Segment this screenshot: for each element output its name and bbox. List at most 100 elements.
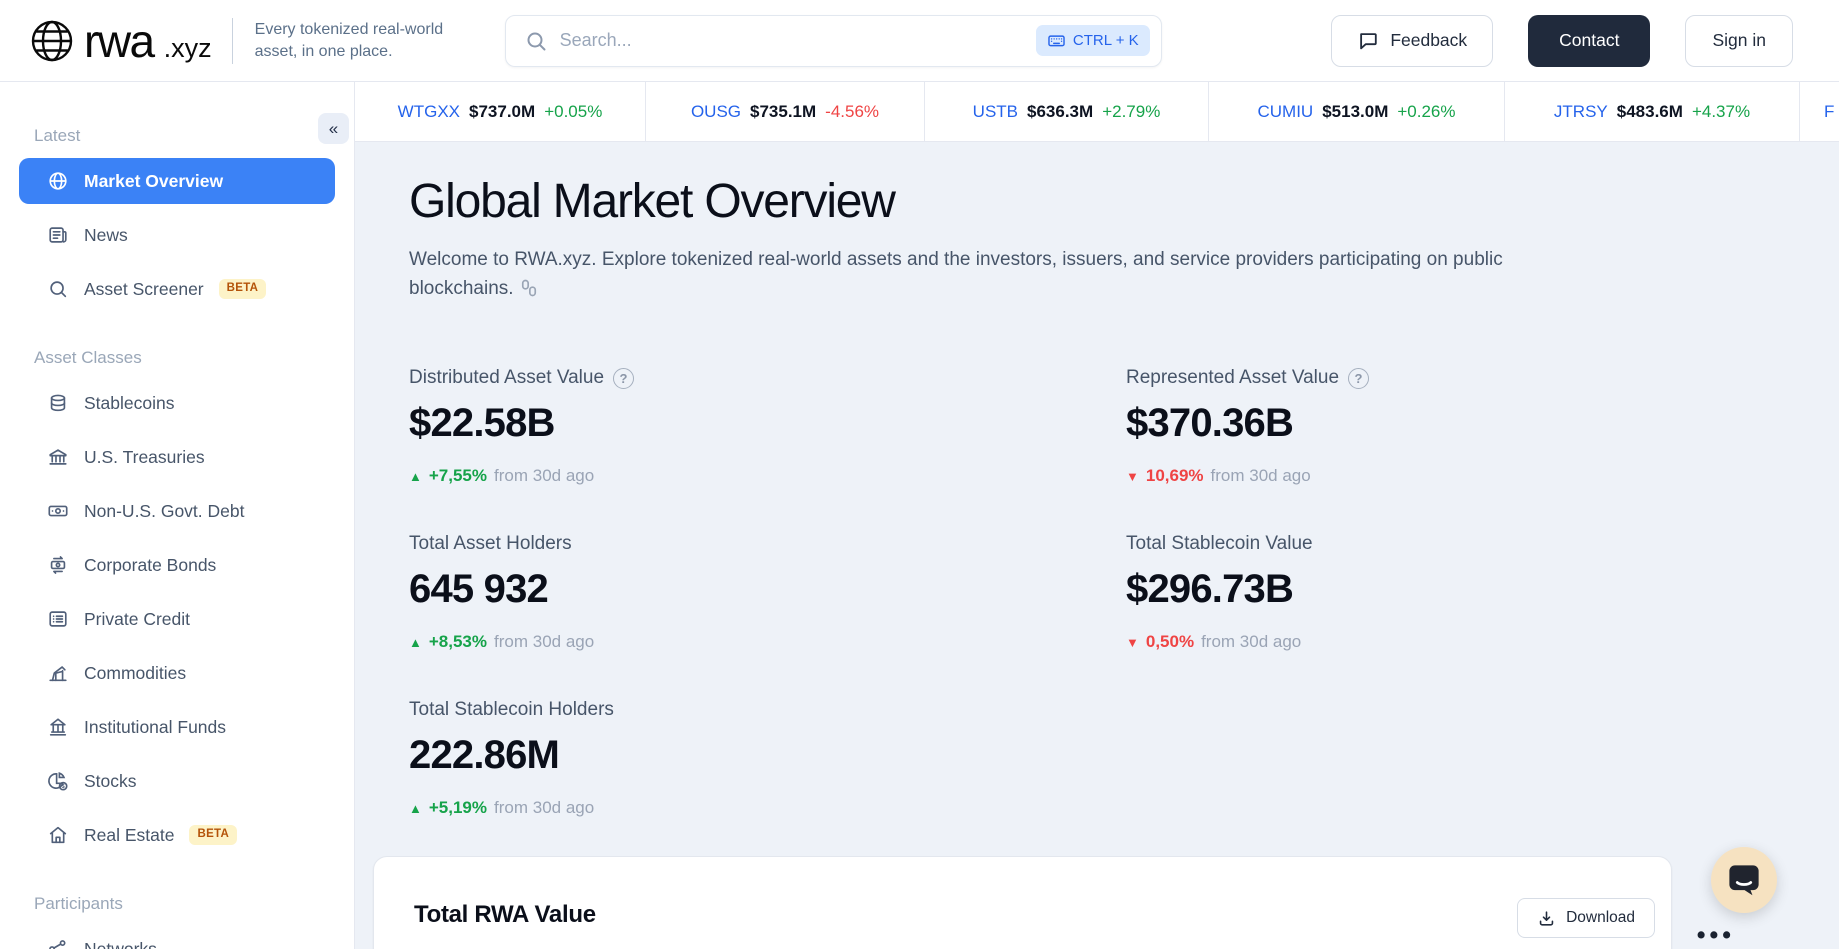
intro-text: Welcome to RWA.xyz. Explore tokenized re…: [409, 246, 1559, 303]
stats-grid: Distributed Asset Value ? $22.58B ▲ +7,5…: [409, 367, 1839, 818]
stat-change: ▼ 0,50% from 30d ago: [1126, 632, 1839, 652]
logo[interactable]: rwa .xyz: [30, 14, 212, 68]
stat-value: 645 932: [409, 567, 1126, 612]
sidebar-item-market-overview[interactable]: Market Overview: [19, 158, 335, 204]
search-input[interactable]: [560, 30, 1024, 51]
stat-value: 222.86M: [409, 733, 1126, 778]
ticker-item[interactable]: USTB $636.3M +2.79%: [925, 82, 1209, 141]
stat-change: ▲ +5,19% from 30d ago: [409, 798, 1126, 818]
ticker-bar: WTGXX $737.0M +0.05% OUSG $735.1M -4.56%…: [355, 82, 1839, 142]
coins-icon: [47, 392, 69, 414]
sidebar-item-label: Market Overview: [84, 171, 223, 192]
ticker-item[interactable]: WTGXX $737.0M +0.05%: [355, 82, 646, 141]
ticker-item[interactable]: JTRSY $483.6M +4.37%: [1505, 82, 1800, 141]
triangle-up-icon: ▲: [409, 469, 422, 484]
stat-total-asset-holders: Total Asset Holders 645 932 ▲ +8,53% fro…: [409, 533, 1126, 652]
help-icon[interactable]: ?: [1348, 368, 1369, 389]
institution-icon: [47, 716, 69, 738]
sidebar-item-institutional-funds[interactable]: Institutional Funds: [19, 704, 335, 750]
sidebar-item-label: Real Estate: [84, 825, 174, 846]
sidebar-item-label: Stocks: [84, 771, 137, 792]
triangle-down-icon: ▼: [1126, 635, 1139, 650]
stat-label: Represented Asset Value: [1126, 367, 1339, 389]
speech-bubble-icon: [1357, 30, 1379, 52]
ticker-item[interactable]: OUSG $735.1M -4.56%: [646, 82, 925, 141]
feedback-button[interactable]: Feedback: [1331, 15, 1493, 67]
stat-label: Total Asset Holders: [409, 533, 572, 555]
sidebar-item-label: Commodities: [84, 663, 186, 684]
help-icon[interactable]: ?: [613, 368, 634, 389]
house-icon: [47, 824, 69, 846]
sidebar-item-non-us-govt-debt[interactable]: Non-U.S. Govt. Debt: [19, 488, 335, 534]
section-title: Latest: [34, 126, 335, 146]
page-title: Global Market Overview: [409, 174, 1839, 229]
sidebar-item-label: News: [84, 225, 128, 246]
pie-dollar-icon: $: [47, 770, 69, 792]
sidebar-collapse-button[interactable]: «: [318, 113, 349, 144]
header-actions: Feedback Contact Sign in: [1331, 15, 1793, 67]
stat-total-stablecoin-value: Total Stablecoin Value $296.73B ▼ 0,50% …: [1126, 533, 1839, 652]
sidebar-item-us-treasuries[interactable]: U.S. Treasuries: [19, 434, 335, 480]
svg-text:$: $: [62, 784, 65, 790]
sign-in-button[interactable]: Sign in: [1685, 15, 1793, 67]
stat-change: ▲ +8,53% from 30d ago: [409, 632, 1126, 652]
more-options-button[interactable]: •••: [1697, 923, 1735, 948]
logo-tld: .xyz: [164, 33, 212, 64]
download-button[interactable]: Download: [1517, 898, 1655, 938]
sidebar-item-news[interactable]: News: [19, 212, 335, 258]
ticker-item[interactable]: F: [1800, 82, 1839, 141]
sidebar-item-stocks[interactable]: $ Stocks: [19, 758, 335, 804]
chain-link-icon: [519, 278, 539, 298]
chat-bubble-icon: [1726, 862, 1762, 898]
triangle-down-icon: ▼: [1126, 469, 1139, 484]
banknote-icon: [47, 500, 69, 522]
stat-value: $296.73B: [1126, 567, 1839, 612]
stat-label: Total Stablecoin Value: [1126, 533, 1313, 555]
stat-represented-asset-value: Represented Asset Value ? $370.36B ▼ 10,…: [1126, 367, 1839, 486]
sidebar-item-asset-screener[interactable]: Asset Screener BETA: [19, 266, 335, 312]
logo-name: rwa: [84, 14, 154, 68]
section-title: Asset Classes: [34, 348, 335, 368]
search-icon: [524, 29, 548, 53]
sidebar-item-real-estate[interactable]: Networks Real Estate BETA: [19, 812, 335, 858]
sidebar-item-stablecoins[interactable]: Stablecoins: [19, 380, 335, 426]
sidebar-item-label: Stablecoins: [84, 393, 174, 414]
sidebar-item-commodities[interactable]: Commodities: [19, 650, 335, 696]
sidebar-item-label: Corporate Bonds: [84, 555, 216, 576]
globe-icon: [47, 170, 69, 192]
site-tagline: Every tokenized real-world asset, in one…: [255, 19, 473, 62]
stat-total-stablecoin-holders: Total Stablecoin Holders 222.86M ▲ +5,19…: [409, 699, 1126, 818]
beta-badge: BETA: [189, 825, 237, 845]
sidebar-section-latest: Latest Market Overview News: [19, 126, 335, 312]
beta-badge: BETA: [219, 279, 267, 299]
list-card-icon: [47, 608, 69, 630]
stat-change: ▲ +7,55% from 30d ago: [409, 466, 1126, 486]
section-title: Participants: [34, 894, 335, 914]
bond-cycle-icon: [47, 554, 69, 576]
sidebar-item-label: Institutional Funds: [84, 717, 226, 738]
triangle-up-icon: ▲: [409, 635, 422, 650]
contact-button[interactable]: Contact: [1528, 15, 1650, 67]
total-rwa-value-card: Total RWA Value Download: [373, 856, 1672, 949]
sidebar-item-networks[interactable]: Networks: [19, 926, 335, 949]
ticker-item[interactable]: CUMIU $513.0M +0.26%: [1209, 82, 1505, 141]
stat-distributed-asset-value: Distributed Asset Value ? $22.58B ▲ +7,5…: [409, 367, 1126, 486]
card-title: Total RWA Value: [414, 901, 1631, 929]
sidebar-item-label: Asset Screener: [84, 279, 204, 300]
network-icon: [47, 938, 69, 949]
sidebar-item-label: Private Credit: [84, 609, 190, 630]
download-icon: [1537, 909, 1556, 928]
main-content: Global Market Overview Welcome to RWA.xy…: [355, 142, 1839, 949]
sidebar-item-private-credit[interactable]: Private Credit: [19, 596, 335, 642]
magnifier-icon: [47, 278, 69, 300]
stat-label: Distributed Asset Value: [409, 367, 604, 389]
sidebar-item-corporate-bonds[interactable]: Corporate Bonds: [19, 542, 335, 588]
triangle-up-icon: ▲: [409, 801, 422, 816]
rwa-globe-logo-icon: [30, 19, 74, 63]
sidebar-section-participants: Participants Networks: [19, 894, 335, 949]
sidebar-item-label: U.S. Treasuries: [84, 447, 205, 468]
stat-label: Total Stablecoin Holders: [409, 699, 614, 721]
search-box[interactable]: CTRL + K: [505, 15, 1162, 67]
chat-widget-button[interactable]: [1711, 847, 1777, 913]
sidebar-item-label: Networks: [84, 939, 157, 949]
